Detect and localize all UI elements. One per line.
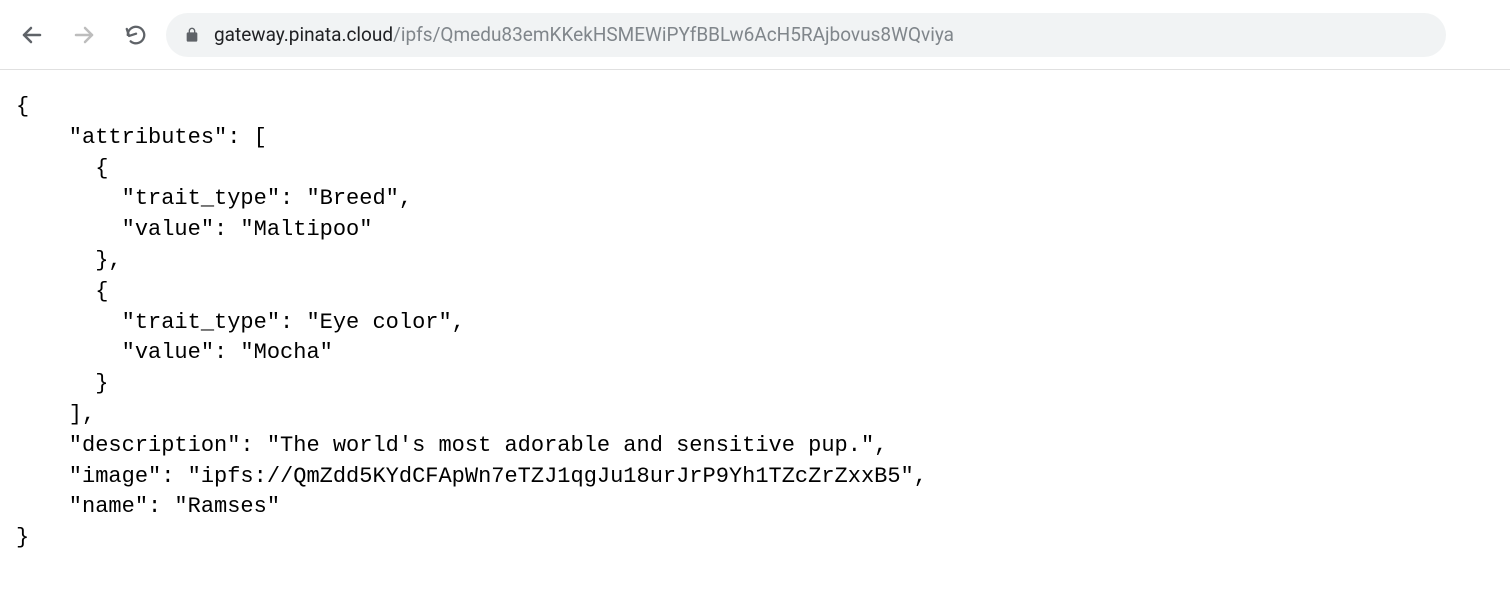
url-path: /ipfs/Qmedu83emKKekHSMEWiPYfBBLw6AcH5RAj…: [393, 23, 954, 46]
url-domain: gateway.pinata.cloud: [214, 23, 393, 46]
json-content: { "attributes": [ { "trait_type": "Breed…: [0, 70, 1510, 576]
nav-buttons: [20, 23, 148, 47]
forward-button[interactable]: [72, 23, 96, 47]
url-text: gateway.pinata.cloud/ipfs/Qmedu83emKKekH…: [214, 23, 954, 46]
reload-icon: [125, 24, 147, 46]
address-bar[interactable]: gateway.pinata.cloud/ipfs/Qmedu83emKKekH…: [166, 13, 1446, 57]
arrow-left-icon: [20, 23, 44, 47]
browser-toolbar: gateway.pinata.cloud/ipfs/Qmedu83emKKekH…: [0, 0, 1510, 70]
json-text: { "attributes": [ { "trait_type": "Breed…: [16, 94, 927, 550]
arrow-right-icon: [72, 23, 96, 47]
back-button[interactable]: [20, 23, 44, 47]
reload-button[interactable]: [124, 23, 148, 47]
lock-icon[interactable]: [184, 27, 200, 43]
